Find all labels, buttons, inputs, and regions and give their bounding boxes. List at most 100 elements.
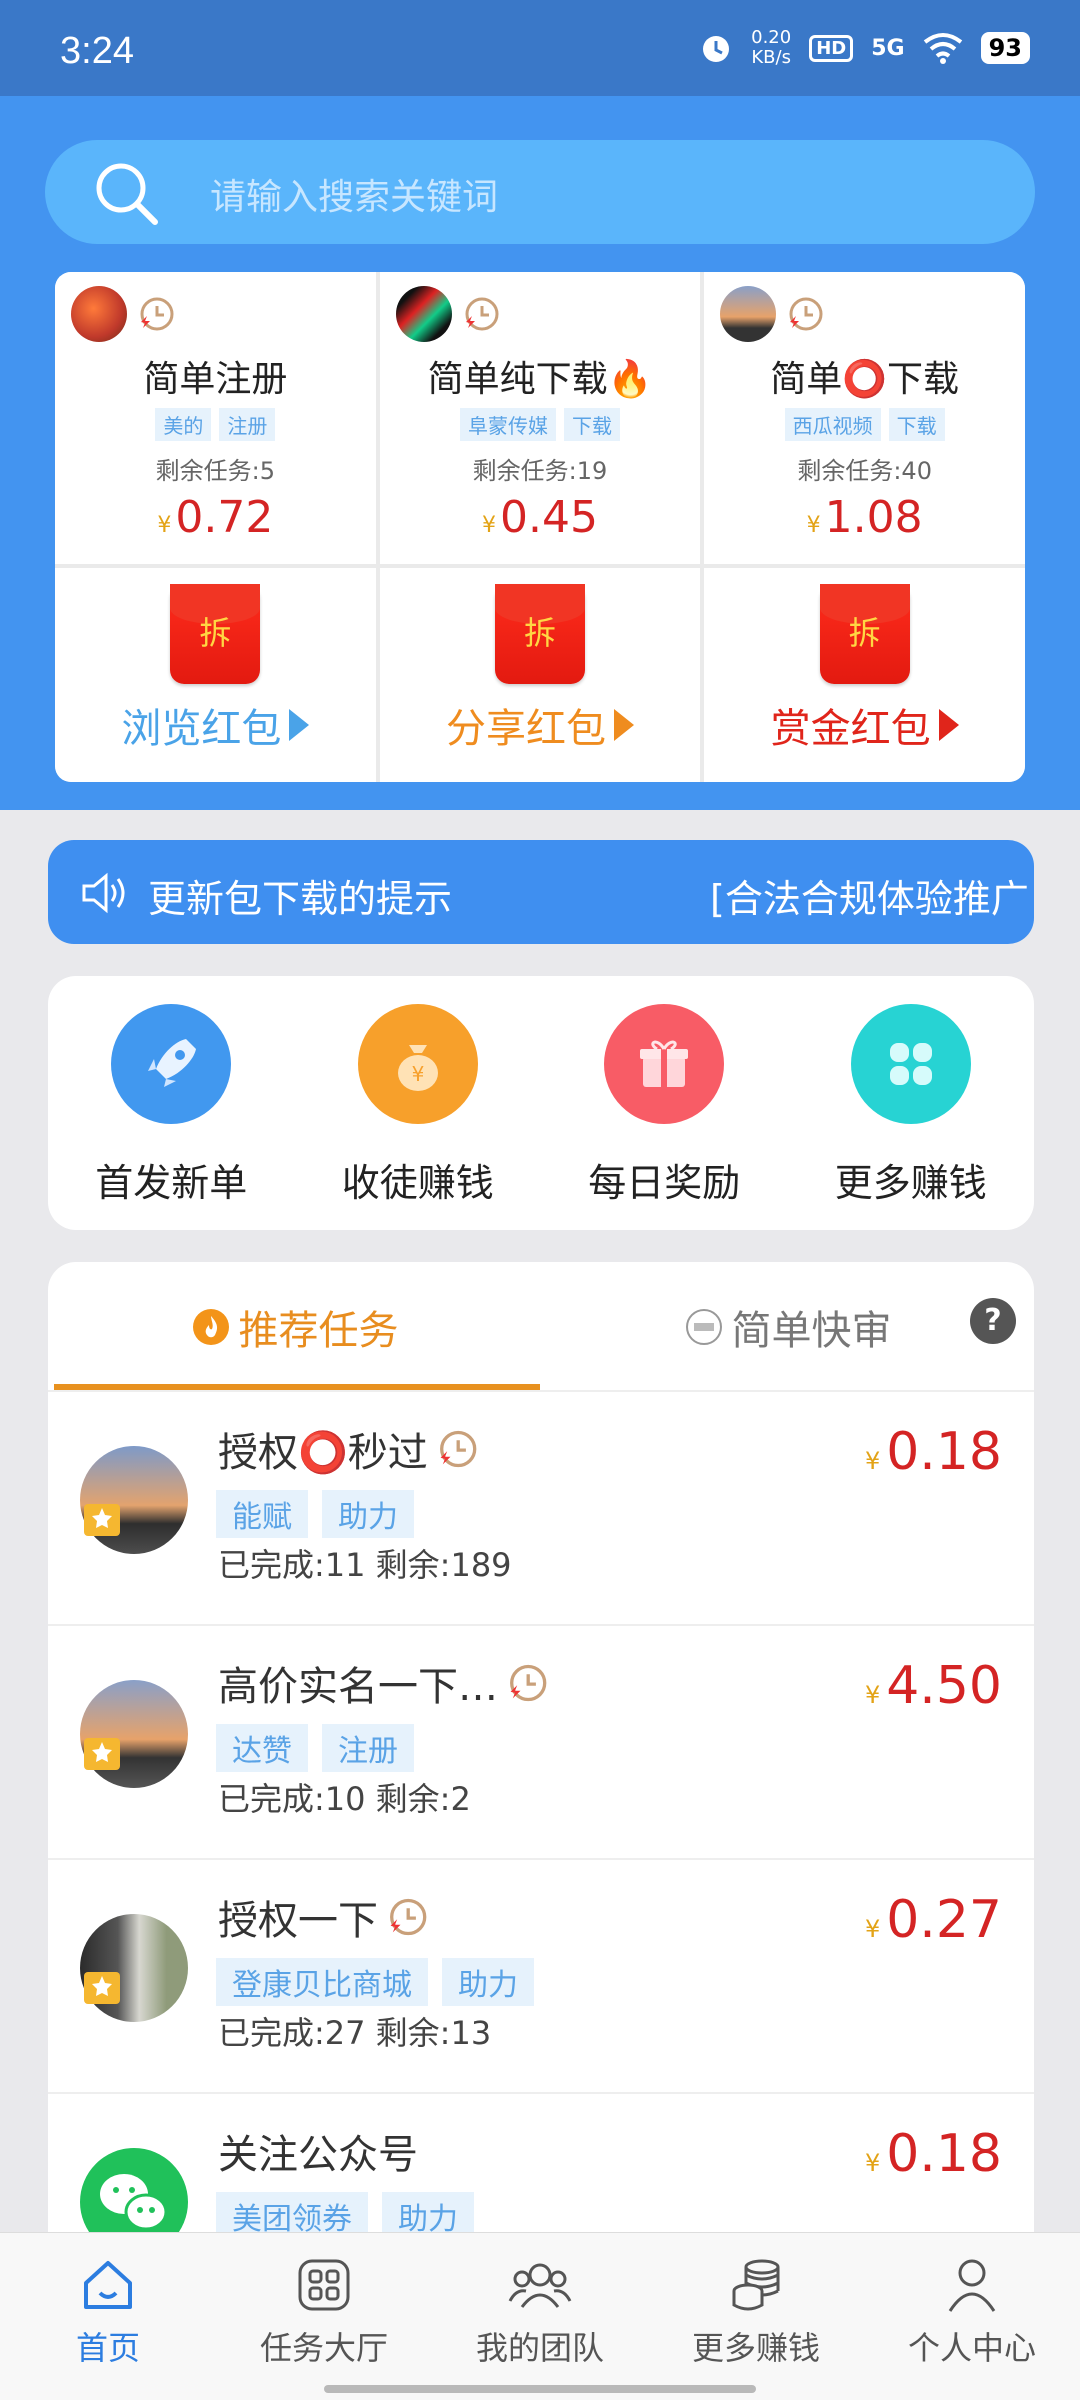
status-time: 3:24 bbox=[60, 30, 134, 72]
featured-grid: 简单注册 美的 注册 剩余任务:5 ¥0.72 简单纯下载🔥 阜蒙传媒 下载 剩余任… bbox=[55, 272, 1025, 782]
task-price: ¥0.27 bbox=[864, 1890, 1002, 1950]
remaining-count: 剩余任务:19 bbox=[472, 457, 608, 485]
featured-task-card[interactable]: 简单纯下载🔥 阜蒙传媒 下载 剩余任务:19 ¥0.45 bbox=[379, 272, 701, 564]
nav-home[interactable]: 首页 bbox=[0, 2233, 216, 2400]
speaker-icon bbox=[82, 872, 125, 914]
more-earn-button[interactable]: 更多赚钱 bbox=[801, 1004, 1021, 1230]
task-title: 授权一下 bbox=[218, 1888, 428, 1946]
nav-my-team[interactable]: 我的团队 bbox=[432, 2233, 648, 2400]
clock-icon bbox=[789, 297, 823, 331]
avatar bbox=[720, 286, 777, 342]
card-price: ¥0.45 bbox=[482, 492, 598, 543]
home-indicator[interactable] bbox=[324, 2385, 756, 2393]
notice-text: 更新包下载的提示 bbox=[148, 877, 453, 921]
nav-label: 更多赚钱 bbox=[691, 2329, 820, 2367]
network-speed: 0.20 KB/s bbox=[751, 27, 792, 68]
help-icon[interactable]: ? bbox=[970, 1298, 1016, 1344]
card-title: 简单注册 bbox=[143, 359, 288, 400]
network-type: 5G bbox=[871, 35, 905, 61]
svg-text:¥: ¥ bbox=[411, 1062, 424, 1086]
quick-actions: 首发新单 ¥ 收徒赚钱 每日奖励 更多赚钱 bbox=[48, 976, 1034, 1230]
task-row[interactable]: 高价实名一下… 达赞 注册 已完成:10 剩余:2 ¥4.50 bbox=[48, 1626, 1034, 1860]
task-price: ¥0.18 bbox=[864, 1422, 1002, 1482]
avatar bbox=[71, 286, 127, 342]
grid-icon bbox=[298, 2259, 350, 2311]
arrow-right-icon bbox=[938, 709, 959, 741]
task-title: 高价实名一下… bbox=[218, 1654, 548, 1712]
hero-section: 请输入搜索关键词 简单注册 美的 注册 剩余任务:5 ¥0.72 简单纯下载🔥 阜… bbox=[0, 96, 1080, 810]
nav-more-earn[interactable]: 更多赚钱 bbox=[648, 2233, 864, 2400]
money-bag-icon: ¥ bbox=[357, 1004, 478, 1124]
wifi-icon bbox=[923, 33, 962, 64]
task-tabs: 推荐任务 简单快审 ? bbox=[48, 1262, 1034, 1392]
share-redpacket-button[interactable]: 拆 分享红包 bbox=[379, 568, 701, 782]
browse-redpacket-button[interactable]: 拆 浏览红包 bbox=[55, 568, 376, 782]
task-row[interactable]: 授权⭕秒过 能赋 助力 已完成:11 剩余:189 ¥0.18 bbox=[48, 1392, 1034, 1626]
tag: 下载 bbox=[563, 408, 620, 441]
fire-icon bbox=[192, 1309, 229, 1345]
gift-icon bbox=[604, 1004, 725, 1124]
bounty-redpacket-button[interactable]: 拆 赏金红包 bbox=[704, 568, 1025, 782]
daily-reward-button[interactable]: 每日奖励 bbox=[554, 1004, 774, 1230]
arrow-right-icon bbox=[613, 709, 634, 741]
nav-task-hall[interactable]: 任务大厅 bbox=[216, 2233, 432, 2400]
tag: 下载 bbox=[888, 408, 945, 441]
quick-label: 更多赚钱 bbox=[834, 1161, 987, 1205]
nav-label: 首页 bbox=[75, 2329, 140, 2367]
first-new-order-button[interactable]: 首发新单 bbox=[61, 1004, 281, 1230]
featured-task-card[interactable]: 简单⭕下载 西瓜视频 下载 剩余任务:40 ¥1.08 bbox=[704, 272, 1025, 564]
tag: 阜蒙传媒 bbox=[459, 408, 556, 441]
rocket-icon bbox=[111, 1004, 232, 1124]
tag: 达赞 bbox=[216, 1724, 308, 1772]
task-stats: 已完成:27 剩余:13 bbox=[218, 2014, 492, 2052]
notice-text: [合法合规体验推广 bbox=[710, 877, 1029, 921]
team-icon bbox=[508, 2263, 572, 2308]
coins-icon bbox=[732, 2259, 780, 2311]
tab-label: 简单快审 bbox=[731, 1308, 892, 1354]
redpacket-label: 分享红包 bbox=[445, 706, 606, 752]
status-icons: 0.20 KB/s HD 5G 93 bbox=[699, 28, 1030, 68]
remaining-count: 剩余任务:5 bbox=[155, 457, 275, 485]
task-row[interactable]: 授权一下 登康贝比商城 助力 已完成:27 剩余:13 ¥0.27 bbox=[48, 1860, 1034, 2094]
tag: 助力 bbox=[322, 1490, 414, 1538]
clock-icon bbox=[465, 297, 499, 331]
search-icon bbox=[96, 163, 158, 225]
task-price: ¥0.18 bbox=[864, 2124, 1002, 2184]
quick-label: 每日奖励 bbox=[588, 1161, 741, 1205]
nav-label: 个人中心 bbox=[907, 2329, 1036, 2367]
card-title: 简单纯下载🔥 bbox=[427, 359, 653, 400]
tag: 助力 bbox=[442, 1958, 534, 2006]
star-badge-icon bbox=[84, 1972, 120, 2004]
active-tab-indicator bbox=[54, 1384, 540, 1390]
clock-icon bbox=[390, 1898, 427, 1936]
nav-label: 任务大厅 bbox=[259, 2329, 388, 2367]
star-badge-icon bbox=[84, 1504, 120, 1536]
tag: 西瓜视频 bbox=[784, 408, 881, 441]
bottom-nav: 首页 任务大厅 我的团队 更多赚钱 个人中心 bbox=[0, 2232, 1080, 2400]
tag: 登康贝比商城 bbox=[216, 1958, 428, 2006]
tab-label: 推荐任务 bbox=[238, 1308, 399, 1354]
featured-task-card[interactable]: 简单注册 美的 注册 剩余任务:5 ¥0.72 bbox=[55, 272, 376, 564]
redpacket-icon: 拆 bbox=[494, 584, 585, 684]
search-bar[interactable]: 请输入搜索关键词 bbox=[45, 140, 1035, 244]
avatar bbox=[395, 286, 452, 342]
redpacket-icon: 拆 bbox=[819, 584, 910, 684]
star-badge-icon bbox=[84, 1738, 120, 1770]
tab-quick-review[interactable]: 简单快审 bbox=[541, 1262, 1034, 1392]
clover-icon bbox=[850, 1004, 971, 1124]
notice-banner[interactable]: 更新包下载的提示 [合法合规体验推广 bbox=[48, 840, 1034, 944]
nav-profile[interactable]: 个人中心 bbox=[864, 2233, 1080, 2400]
tab-recommended[interactable]: 推荐任务 bbox=[48, 1262, 541, 1392]
recruit-earn-button[interactable]: ¥ 收徒赚钱 bbox=[308, 1004, 528, 1230]
arrow-right-icon bbox=[289, 709, 310, 741]
card-price: ¥1.08 bbox=[806, 492, 923, 543]
task-title: 授权⭕秒过 bbox=[218, 1420, 478, 1478]
card-title: 简单⭕下载 bbox=[770, 359, 960, 400]
hd-badge: HD bbox=[809, 34, 854, 62]
status-bar: 3:24 0.20 KB/s HD 5G 93 bbox=[0, 0, 1080, 96]
search-input[interactable]: 请输入搜索关键词 bbox=[210, 168, 498, 220]
review-icon bbox=[685, 1309, 722, 1345]
person-icon bbox=[948, 2259, 996, 2312]
home-icon bbox=[84, 2261, 132, 2309]
task-price: ¥4.50 bbox=[864, 1656, 1002, 1716]
